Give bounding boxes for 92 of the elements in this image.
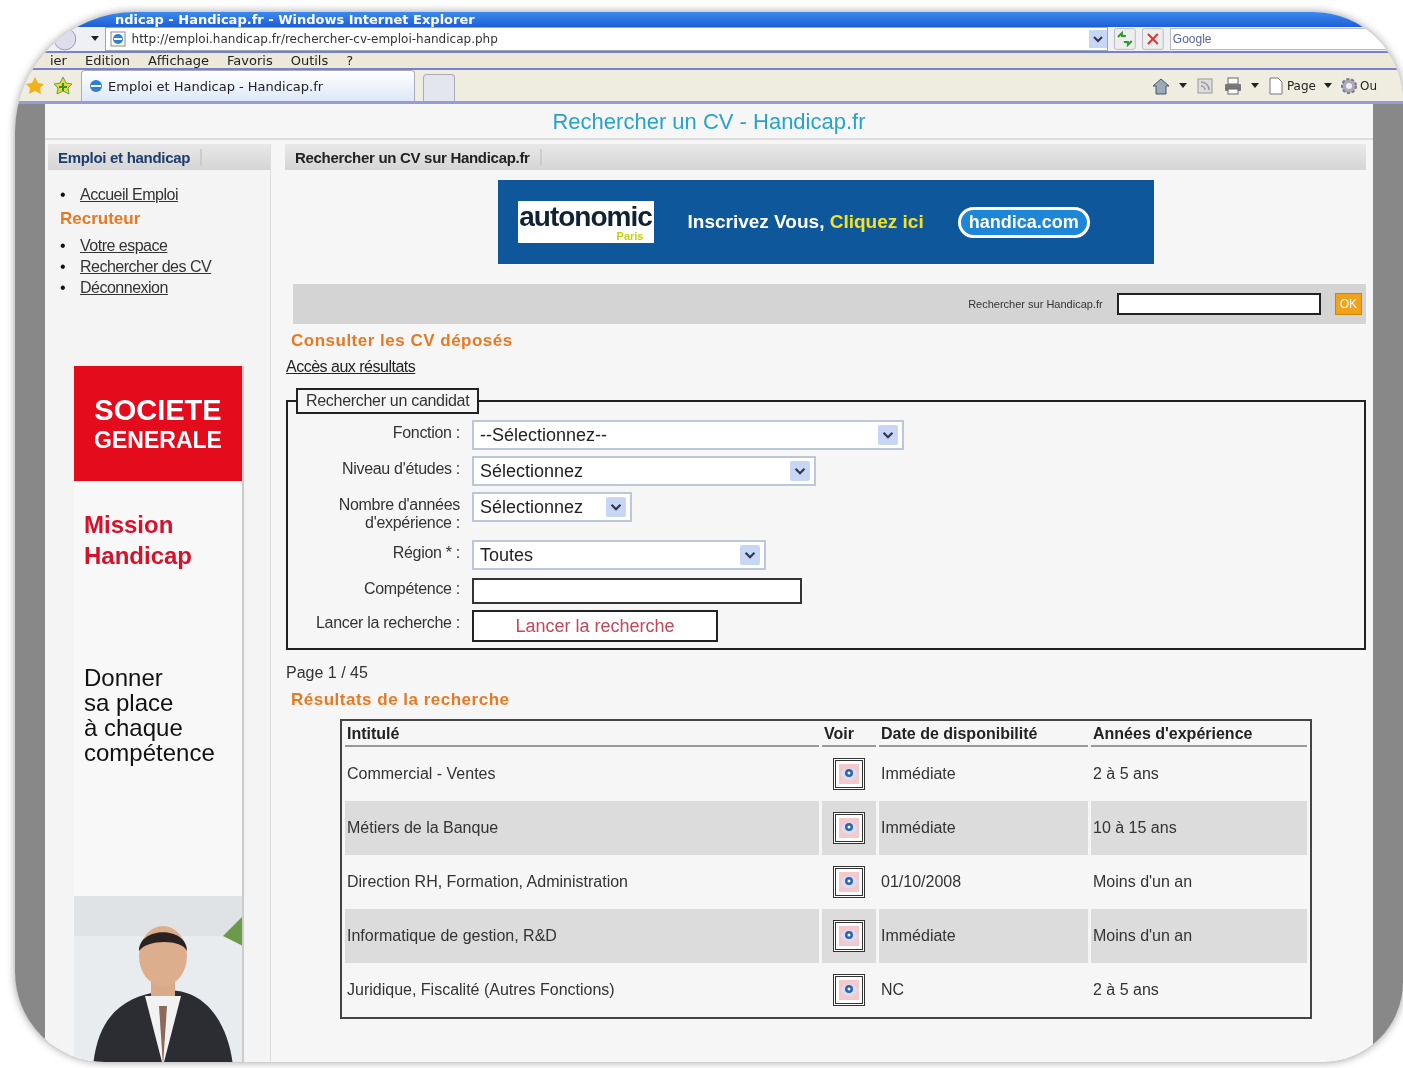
brand-logo: autonomic Paris [517,201,654,243]
column-header: Voir [822,721,876,747]
menu-item[interactable]: Affichage [147,53,210,68]
window-title: ndicap - Handicap.fr - Windows Internet Explorer [115,12,475,27]
field-label: Lancer la recherche : [315,613,460,632]
select-field[interactable]: Sélectionnez [472,492,632,522]
add-favorite-icon[interactable] [53,75,73,96]
page-icon [109,31,126,47]
select-field[interactable]: --Sélectionnez-- [472,420,904,450]
page-icon [1266,76,1285,95]
table-cell: Métiers de la Banque [345,801,819,855]
ad-panel[interactable]: SOCIETE GENERALE Mission Handicap Donner sa place à chaque compétence [74,366,244,1062]
dropdown-icon [878,424,898,446]
sidebar-section-title: Recruteur [59,209,142,229]
section-title: Consulter les CV déposés [291,331,514,351]
column-header: Date de disponibilité [879,721,1088,747]
table-cell-text: Immédiate [880,764,957,784]
table-cell-text: Moins d'un an [1092,872,1194,892]
partner-logo: handica.com [957,206,1090,238]
results-link[interactable]: Accès aux résultats [286,358,1366,376]
table-cell-text: Direction RH, Formation, Administration [346,872,629,892]
bullet: • [60,257,67,277]
sidebar-link[interactable]: Rechercher des CV [80,258,212,275]
menu-item[interactable]: Favoris [227,53,273,68]
table-cell-text: 01/10/2008 [880,872,963,892]
pagination-text: Page 1 / 45 [286,664,369,682]
table-cell-text: Juridique, Fiscalité (Autres Fonctions) [346,980,616,1000]
page-title: Rechercher un CV - Handicap.fr [45,104,1373,140]
search-label: Rechercher sur Handicap.fr [968,298,1103,310]
menu-item[interactable]: Edition [84,53,130,68]
ad-banner[interactable]: autonomic Paris Inscrivez Vous, Cliquez ici handica.com [497,180,1154,264]
field-label: Niveau d'études : [340,459,460,478]
table-cell: Informatique de gestion, R&D [345,909,819,963]
field-label: Fonction : [391,423,460,442]
table-cell-text: 2 à 5 ans [1092,764,1160,784]
tools-menu[interactable]: Ou [1339,76,1377,95]
select-field[interactable]: Toutes [472,540,766,570]
dropdown-icon[interactable] [1089,30,1108,48]
refresh-icon[interactable] [1114,28,1137,50]
table-cell: Moins d'un an [1091,909,1307,963]
browser-tab[interactable]: Emploi et Handicap - Handicap.fr [81,70,415,101]
stop-icon[interactable] [1142,28,1164,50]
ad-slogan: Donner sa place à chaque compétence [83,663,216,765]
table-cell-text: 2 à 5 ans [1092,980,1160,1000]
content-title: Rechercher un CV sur Handicap.fr [285,148,542,166]
field-label: Nombre d'années d'expérience : [337,495,460,532]
view-button[interactable] [833,920,865,952]
search-button[interactable]: Lancer la recherche [472,610,718,642]
column-header: Intitulé [345,721,819,747]
sidebar-link[interactable]: Déconnexion [80,279,168,296]
bullet: • [60,278,67,298]
bullet: • [60,185,67,205]
sidebar-link[interactable]: Votre espace [80,237,168,254]
menu-item[interactable]: ier [50,53,67,68]
brand-logo: SOCIETE GENERALE [74,366,242,481]
table-cell: 10 à 15 ans [1091,801,1307,855]
dropdown-icon [790,460,810,482]
sidebar-title: Emploi et handicap [48,148,203,166]
table-cell: Immédiate [879,801,1088,855]
star-icon[interactable] [25,75,45,96]
menu-item[interactable]: ? [346,53,354,68]
table-cell: Immédiate [879,909,1088,963]
banner-text: Inscrivez Vous, Cliquez ici [687,211,924,233]
address-field[interactable]: http://emploi.handicap.fr/rechercher-cv-emploi-handicap.php [104,27,1109,51]
gear-icon [1339,76,1358,95]
dropdown-icon [606,496,626,518]
page-menu[interactable]: Page [1266,76,1316,95]
view-button[interactable] [833,812,865,844]
dropdown-icon[interactable] [90,36,99,42]
menu-item[interactable]: Outils [290,53,329,68]
dropdown-icon [740,544,760,566]
field-label: Région * : [391,543,460,562]
text-field[interactable] [472,578,802,604]
view-button[interactable] [833,866,865,898]
dropdown-icon[interactable] [1323,82,1332,89]
view-button[interactable] [833,758,865,790]
ad-heading: Mission Handicap [83,510,194,571]
sidebar-link[interactable]: Accueil Emploi [80,186,178,203]
page-icon [88,78,104,94]
select-field[interactable]: Sélectionnez [472,456,816,486]
print-icon[interactable] [1222,75,1243,96]
dropdown-icon[interactable] [1250,82,1259,89]
table-cell-text: Commercial - Ventes [346,764,497,784]
dropdown-icon[interactable] [1178,82,1187,89]
bullet: • [60,236,67,256]
column-header: Années d'expérience [1091,721,1307,747]
search-field[interactable] [1116,293,1321,315]
form-legend: Rechercher un candidat [296,388,480,414]
view-button[interactable] [833,974,865,1006]
section-title: Résultats de la recherche [291,690,511,710]
field-label: Compétence : [363,579,460,598]
table-cell-text: NC [880,980,906,1000]
